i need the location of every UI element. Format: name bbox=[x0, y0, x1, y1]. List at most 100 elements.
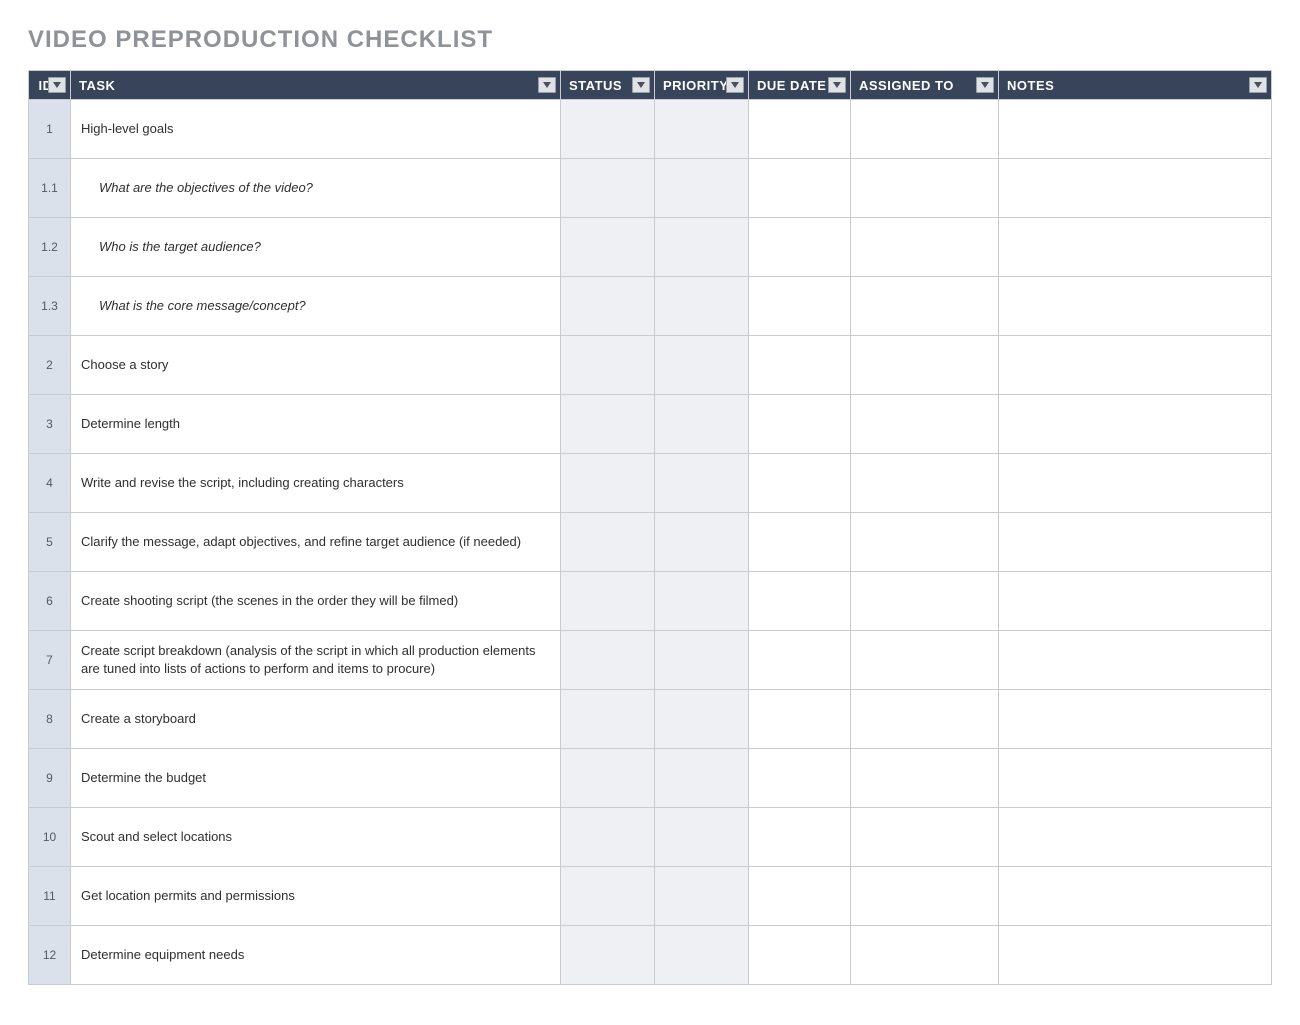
cell-notes[interactable] bbox=[999, 926, 1272, 985]
cell-priority[interactable] bbox=[655, 100, 749, 159]
cell-duedate[interactable] bbox=[749, 159, 851, 218]
cell-duedate[interactable] bbox=[749, 690, 851, 749]
cell-priority[interactable] bbox=[655, 277, 749, 336]
cell-assigned[interactable] bbox=[851, 454, 999, 513]
cell-task[interactable]: What is the core message/concept? bbox=[71, 277, 561, 336]
cell-status[interactable] bbox=[561, 395, 655, 454]
cell-notes[interactable] bbox=[999, 159, 1272, 218]
cell-duedate[interactable] bbox=[749, 808, 851, 867]
cell-notes[interactable] bbox=[999, 749, 1272, 808]
cell-status[interactable] bbox=[561, 690, 655, 749]
filter-button-notes[interactable] bbox=[1249, 77, 1267, 93]
cell-notes[interactable] bbox=[999, 808, 1272, 867]
cell-status[interactable] bbox=[561, 867, 655, 926]
cell-task[interactable]: Create a storyboard bbox=[71, 690, 561, 749]
cell-duedate[interactable] bbox=[749, 572, 851, 631]
cell-priority[interactable] bbox=[655, 454, 749, 513]
cell-task[interactable]: Create script breakdown (analysis of the… bbox=[71, 631, 561, 690]
cell-assigned[interactable] bbox=[851, 100, 999, 159]
cell-assigned[interactable] bbox=[851, 159, 999, 218]
filter-button-task[interactable] bbox=[538, 77, 556, 93]
cell-assigned[interactable] bbox=[851, 572, 999, 631]
cell-priority[interactable] bbox=[655, 631, 749, 690]
cell-task[interactable]: Clarify the message, adapt objectives, a… bbox=[71, 513, 561, 572]
filter-button-assigned[interactable] bbox=[976, 77, 994, 93]
cell-status[interactable] bbox=[561, 749, 655, 808]
cell-duedate[interactable] bbox=[749, 867, 851, 926]
filter-button-status[interactable] bbox=[632, 77, 650, 93]
cell-task[interactable]: Determine the budget bbox=[71, 749, 561, 808]
cell-notes[interactable] bbox=[999, 454, 1272, 513]
filter-button-priority[interactable] bbox=[726, 77, 744, 93]
cell-duedate[interactable] bbox=[749, 218, 851, 277]
cell-status[interactable] bbox=[561, 926, 655, 985]
cell-priority[interactable] bbox=[655, 336, 749, 395]
cell-status[interactable] bbox=[561, 513, 655, 572]
filter-button-id[interactable] bbox=[48, 77, 66, 93]
cell-duedate[interactable] bbox=[749, 336, 851, 395]
cell-status[interactable] bbox=[561, 336, 655, 395]
cell-duedate[interactable] bbox=[749, 277, 851, 336]
cell-assigned[interactable] bbox=[851, 218, 999, 277]
cell-assigned[interactable] bbox=[851, 277, 999, 336]
cell-notes[interactable] bbox=[999, 513, 1272, 572]
cell-duedate[interactable] bbox=[749, 513, 851, 572]
cell-assigned[interactable] bbox=[851, 631, 999, 690]
cell-task[interactable]: Who is the target audience? bbox=[71, 218, 561, 277]
cell-notes[interactable] bbox=[999, 395, 1272, 454]
cell-priority[interactable] bbox=[655, 690, 749, 749]
cell-status[interactable] bbox=[561, 454, 655, 513]
cell-priority[interactable] bbox=[655, 572, 749, 631]
cell-priority[interactable] bbox=[655, 513, 749, 572]
cell-notes[interactable] bbox=[999, 631, 1272, 690]
cell-task[interactable]: Determine length bbox=[71, 395, 561, 454]
cell-task[interactable]: Choose a story bbox=[71, 336, 561, 395]
cell-status[interactable] bbox=[561, 631, 655, 690]
cell-task[interactable]: What are the objectives of the video? bbox=[71, 159, 561, 218]
cell-status[interactable] bbox=[561, 277, 655, 336]
cell-priority[interactable] bbox=[655, 395, 749, 454]
cell-task[interactable]: Determine equipment needs bbox=[71, 926, 561, 985]
cell-task[interactable]: Scout and select locations bbox=[71, 808, 561, 867]
cell-notes[interactable] bbox=[999, 867, 1272, 926]
cell-task[interactable]: Create shooting script (the scenes in th… bbox=[71, 572, 561, 631]
cell-notes[interactable] bbox=[999, 690, 1272, 749]
cell-notes[interactable] bbox=[999, 277, 1272, 336]
cell-priority[interactable] bbox=[655, 159, 749, 218]
cell-duedate[interactable] bbox=[749, 395, 851, 454]
cell-id: 7 bbox=[29, 631, 71, 690]
cell-status[interactable] bbox=[561, 100, 655, 159]
cell-status[interactable] bbox=[561, 808, 655, 867]
cell-notes[interactable] bbox=[999, 572, 1272, 631]
cell-duedate[interactable] bbox=[749, 631, 851, 690]
cell-assigned[interactable] bbox=[851, 867, 999, 926]
cell-task[interactable]: Get location permits and permissions bbox=[71, 867, 561, 926]
cell-assigned[interactable] bbox=[851, 336, 999, 395]
cell-notes[interactable] bbox=[999, 218, 1272, 277]
cell-task[interactable]: High-level goals bbox=[71, 100, 561, 159]
cell-id: 2 bbox=[29, 336, 71, 395]
cell-priority[interactable] bbox=[655, 218, 749, 277]
cell-assigned[interactable] bbox=[851, 749, 999, 808]
cell-assigned[interactable] bbox=[851, 513, 999, 572]
cell-priority[interactable] bbox=[655, 867, 749, 926]
cell-priority[interactable] bbox=[655, 808, 749, 867]
cell-assigned[interactable] bbox=[851, 808, 999, 867]
cell-status[interactable] bbox=[561, 218, 655, 277]
cell-duedate[interactable] bbox=[749, 926, 851, 985]
cell-assigned[interactable] bbox=[851, 395, 999, 454]
cell-notes[interactable] bbox=[999, 336, 1272, 395]
cell-assigned[interactable] bbox=[851, 926, 999, 985]
cell-status[interactable] bbox=[561, 572, 655, 631]
filter-button-duedate[interactable] bbox=[828, 77, 846, 93]
cell-assigned[interactable] bbox=[851, 690, 999, 749]
cell-duedate[interactable] bbox=[749, 100, 851, 159]
cell-duedate[interactable] bbox=[749, 454, 851, 513]
cell-duedate[interactable] bbox=[749, 749, 851, 808]
cell-priority[interactable] bbox=[655, 749, 749, 808]
cell-priority[interactable] bbox=[655, 926, 749, 985]
cell-status[interactable] bbox=[561, 159, 655, 218]
cell-task[interactable]: Write and revise the script, including c… bbox=[71, 454, 561, 513]
table-row: 10Scout and select locations bbox=[29, 808, 1272, 867]
cell-notes[interactable] bbox=[999, 100, 1272, 159]
